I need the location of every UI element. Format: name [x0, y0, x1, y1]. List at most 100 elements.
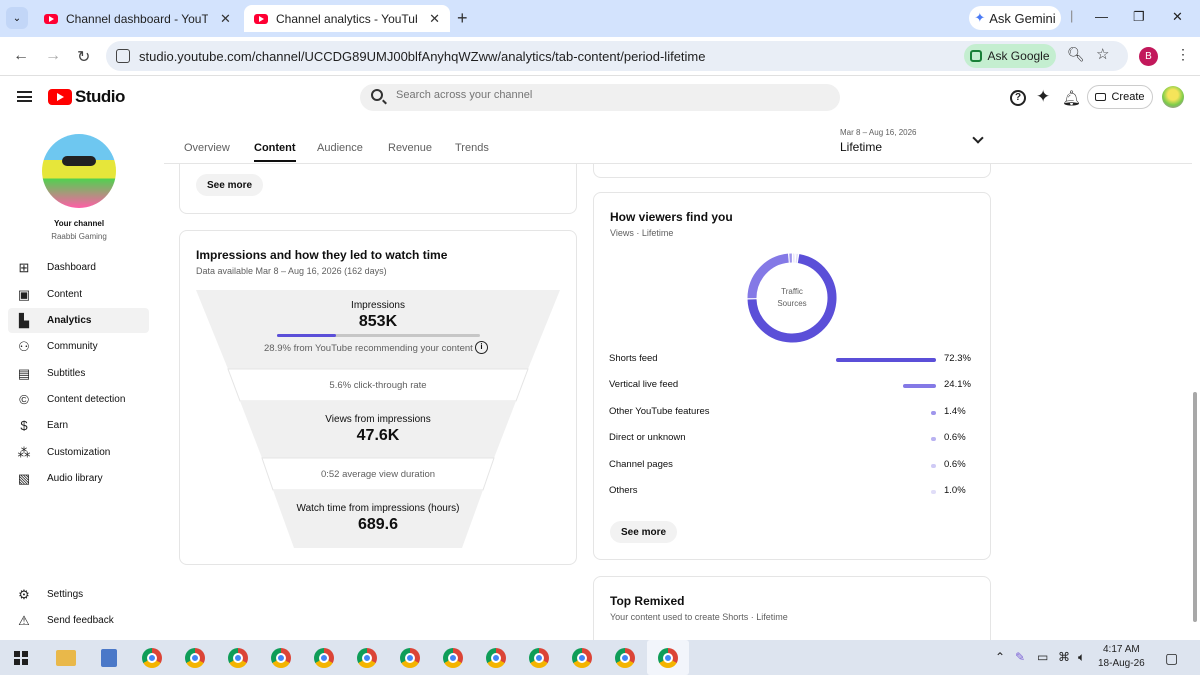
chrome-icon[interactable] — [400, 648, 420, 668]
calculator-icon[interactable] — [101, 649, 117, 667]
network-icon[interactable]: ⌘ — [1058, 650, 1070, 664]
ask-google-button[interactable]: Ask Google — [964, 44, 1056, 68]
pen-icon[interactable]: ✎ — [1015, 650, 1025, 664]
tab-revenue[interactable]: Revenue — [388, 142, 432, 154]
sidebar-item-label: Settings — [47, 589, 84, 600]
see-more-button[interactable]: See more — [610, 521, 678, 543]
info-icon[interactable]: i — [475, 341, 488, 354]
traffic-source-row[interactable]: Others 1.0% — [609, 485, 969, 501]
ask-google-label: Ask Google — [987, 49, 1050, 63]
chrome-icon[interactable] — [486, 648, 506, 668]
tab-audience[interactable]: Audience — [317, 142, 363, 154]
close-tab-icon[interactable]: ✕ — [429, 11, 440, 27]
see-more-button[interactable]: See more — [196, 174, 264, 196]
back-arrow-icon[interactable]: ← — [13, 47, 29, 65]
studio-logo-text[interactable]: Studio — [75, 87, 125, 107]
impressions-note: 28.9% from YouTube recommending your con… — [264, 343, 473, 354]
sidebar-item-earn[interactable]: $ Earn — [8, 413, 149, 438]
dollar-icon: $ — [20, 418, 28, 433]
sidebar-item-dashboard[interactable]: ⊞ Dashboard — [8, 255, 149, 280]
tab-trends[interactable]: Trends — [455, 142, 489, 154]
chrome-icon[interactable] — [142, 648, 162, 668]
chevron-down-icon[interactable] — [972, 132, 984, 144]
ask-gemini-button[interactable]: ✦ Ask Gemini — [969, 6, 1061, 30]
new-tab-icon[interactable]: + — [457, 8, 468, 29]
volume-icon[interactable]: 🔈︎ — [1078, 650, 1085, 665]
chrome-icon[interactable] — [572, 648, 592, 668]
sidebar-item-audio-library[interactable]: ▧ Audio library — [8, 466, 149, 491]
chrome-icon[interactable] — [529, 648, 549, 668]
sidebar-item-settings[interactable]: ⚙ Settings — [8, 582, 149, 607]
tab-overview[interactable]: Overview — [184, 142, 230, 154]
window-close-icon[interactable]: ✕ — [1172, 9, 1183, 25]
sidebar-item-community[interactable]: ⚇ Community — [8, 334, 149, 359]
browser-tab-dashboard[interactable]: Channel dashboard - YouTube St ✕ — [34, 5, 242, 32]
sidebar-item-content-detection[interactable]: © Content detection — [8, 387, 149, 412]
restore-icon[interactable]: ❐ — [1133, 9, 1145, 25]
chrome-icon[interactable] — [185, 648, 205, 668]
traffic-source-row[interactable]: Shorts feed 72.3% — [609, 353, 971, 369]
browser-tab-analytics[interactable]: Channel analytics - YouTube St ✕ — [244, 5, 450, 32]
youtube-logo-icon[interactable] — [48, 89, 72, 105]
profile-avatar[interactable]: B — [1139, 47, 1158, 66]
traffic-source-row[interactable]: Vertical live feed 24.1% — [609, 379, 971, 395]
sidebar-item-content[interactable]: ▣ Content — [8, 282, 149, 307]
chrome-icon[interactable] — [314, 648, 334, 668]
traffic-source-row[interactable]: Direct or unknown 0.6% — [609, 432, 969, 448]
zoom-icon[interactable]: 🔍︎ — [1067, 46, 1085, 63]
reload-icon[interactable]: ↻ — [77, 47, 90, 67]
windows-start-icon[interactable] — [14, 651, 28, 665]
channel-avatar[interactable] — [42, 134, 116, 208]
chrome-icon[interactable] — [615, 648, 635, 668]
file-explorer-icon[interactable] — [56, 650, 76, 666]
minimize-icon[interactable]: — — [1095, 9, 1108, 24]
chrome-icon[interactable] — [443, 648, 463, 668]
notifications-bell-icon[interactable]: 🔔︎ — [1062, 89, 1081, 107]
search-input[interactable] — [396, 89, 816, 101]
tab-search-icon[interactable]: ⌄ — [6, 7, 28, 29]
battery-icon[interactable]: ▭ — [1037, 650, 1048, 664]
traffic-source-row[interactable]: Channel pages 0.6% — [609, 459, 969, 475]
chrome-icon[interactable] — [658, 648, 678, 668]
chrome-icon[interactable] — [271, 648, 291, 668]
bookmark-star-icon[interactable]: ☆ — [1096, 45, 1109, 63]
google-lens-icon — [970, 50, 983, 62]
gemini-sparkle-icon[interactable]: ✦ — [1036, 87, 1050, 107]
system-clock[interactable]: 4:17 AM 18-Aug-26 — [1098, 643, 1145, 671]
ask-gemini-label: Ask Gemini — [989, 10, 1056, 26]
your-channel-label: Your channel — [53, 219, 105, 228]
site-info-icon[interactable] — [116, 49, 130, 63]
chrome-icon[interactable] — [228, 648, 248, 668]
source-percent: 1.0% — [944, 485, 966, 496]
help-icon[interactable]: ? — [1010, 90, 1026, 106]
sidebar-item-analytics[interactable]: ▙ Analytics — [8, 308, 149, 333]
chevron-up-icon[interactable]: ⌃ — [995, 650, 1005, 664]
notification-center-icon[interactable]: ▢ — [1165, 650, 1178, 667]
sidebar: Your channel Raabbi Gaming ⊞ Dashboard ▣… — [0, 120, 158, 640]
url-text[interactable]: studio.youtube.com/channel/UCCDG89UMJ00b… — [139, 49, 705, 64]
search-icon — [371, 89, 383, 101]
avd-text: 0:52 average view duration — [320, 469, 436, 480]
traffic-source-row[interactable]: Other YouTube features 1.4% — [609, 406, 969, 422]
source-bar — [931, 437, 936, 441]
sidebar-item-send-feedback[interactable]: ⚠ Send feedback — [8, 608, 149, 633]
sidebar-item-customization[interactable]: ⁂ Customization — [8, 440, 149, 465]
forward-arrow-icon[interactable]: → — [45, 47, 61, 65]
channel-search[interactable] — [360, 84, 840, 111]
sidebar-item-subtitles[interactable]: ▤ Subtitles — [8, 361, 149, 386]
omnibox[interactable]: studio.youtube.com/channel/UCCDG89UMJ00b… — [106, 41, 1128, 71]
chrome-icon[interactable] — [357, 648, 377, 668]
sidebar-item-label: Community — [47, 341, 98, 352]
create-button[interactable]: Create — [1087, 85, 1153, 109]
account-avatar[interactable] — [1162, 86, 1184, 108]
content-icon: ▣ — [17, 286, 31, 302]
period-selector[interactable]: Mar 8 – Aug 16, 2026 Lifetime — [840, 128, 917, 154]
page-scrollbar[interactable] — [1193, 392, 1197, 622]
hamburger-menu-icon[interactable] — [17, 91, 32, 102]
browser-menu-icon[interactable]: ⋮ — [1176, 46, 1190, 63]
tab-content[interactable]: Content — [254, 142, 296, 162]
views-block: Views from impressions 47.6K — [196, 414, 560, 445]
browser-tab-title: Channel dashboard - YouTube St — [66, 11, 208, 26]
sidebar-item-label: Content detection — [47, 394, 126, 405]
close-tab-icon[interactable]: ✕ — [220, 11, 231, 27]
